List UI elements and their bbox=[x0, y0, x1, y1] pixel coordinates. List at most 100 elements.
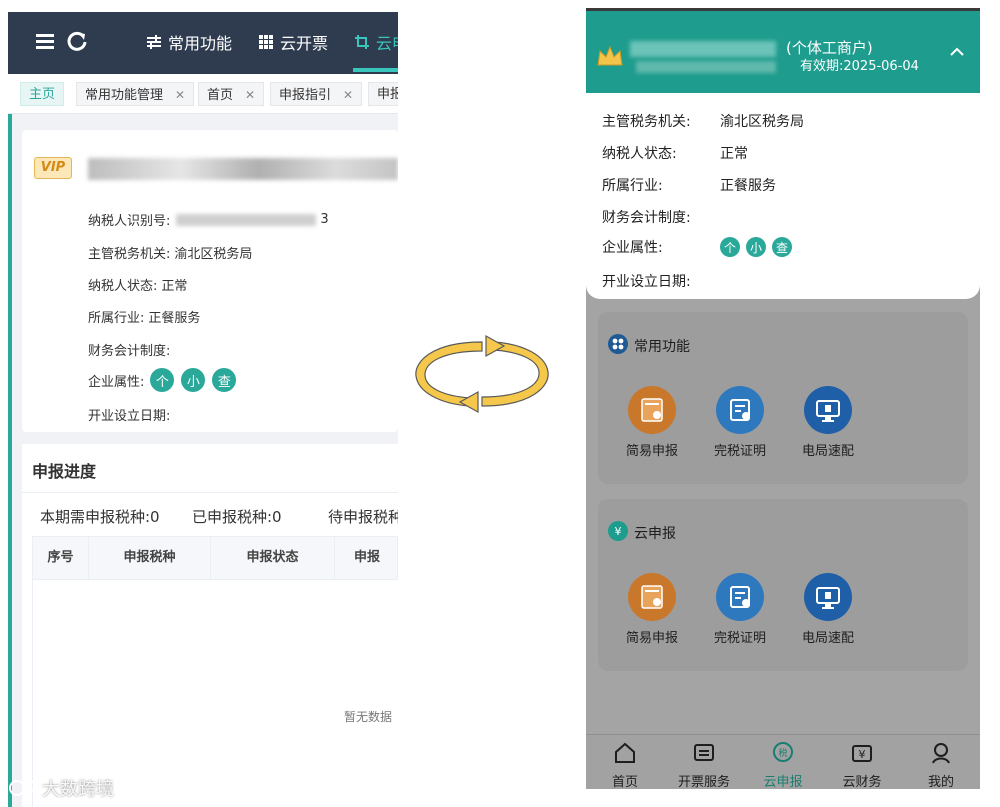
industry-row: 所属行业: 正餐服务 bbox=[602, 175, 776, 195]
stat-pending: 待申报税种 bbox=[328, 508, 398, 526]
nav-mine[interactable]: 我的 bbox=[902, 741, 980, 789]
monitor-icon bbox=[816, 587, 840, 609]
top-navbar: 常用功能 云开票 云申 bbox=[8, 12, 398, 74]
chevron-up-icon[interactable] bbox=[948, 43, 966, 61]
authority-value: 渝北区税务局 bbox=[174, 247, 253, 262]
attr-badge-small[interactable]: 小 bbox=[746, 237, 766, 257]
founding-row: 开业设立日期: bbox=[602, 271, 720, 291]
authority-row: 主管税务机关: 渝北区税务局 bbox=[88, 243, 252, 262]
func-tax-certificate[interactable]: 完税证明 bbox=[700, 573, 780, 646]
industry-row: 所属行业: 正餐服务 bbox=[88, 307, 200, 326]
nav-cloud-invoice[interactable]: 云开票 bbox=[258, 30, 328, 54]
tax-certificate-icon bbox=[730, 586, 750, 608]
nav-label: 云开票 bbox=[280, 34, 329, 53]
nav-label: 云申报 bbox=[763, 775, 803, 789]
expiry-date: 有效期:2025-06-04 bbox=[800, 59, 919, 74]
tax-id-row: 纳税人识别号: 3 bbox=[88, 210, 329, 229]
tab-label: 主页 bbox=[29, 87, 56, 102]
attr-row: 企业属性: 个 小 查 bbox=[602, 237, 798, 257]
authority-label: 主管税务机关: bbox=[88, 247, 171, 262]
tab-declaration-guide[interactable]: 申报指引 ✕ bbox=[270, 82, 363, 106]
nav-cloud-declare[interactable]: 云申 bbox=[354, 30, 398, 54]
attr-badge-individual[interactable]: 个 bbox=[150, 368, 175, 392]
nav-cloud-declare[interactable]: 税 云申报 bbox=[744, 741, 822, 789]
attr-badge-small[interactable]: 小 bbox=[181, 368, 206, 392]
func-simple-declare[interactable]: 简易申报 bbox=[612, 573, 692, 646]
func-label: 完税证明 bbox=[713, 444, 766, 459]
company-name-redacted bbox=[88, 158, 398, 180]
nav-common-functions[interactable]: 常用功能 bbox=[146, 30, 232, 54]
row-label: 主管税务机关: bbox=[602, 114, 691, 130]
nav-cloud-finance[interactable]: ¥ 云财务 bbox=[823, 741, 901, 789]
attr-label: 企业属性: bbox=[602, 240, 663, 256]
section-title: 常用功能 bbox=[634, 339, 690, 355]
watermark-logo-icon bbox=[9, 780, 36, 796]
col-status: 申报状态 bbox=[211, 537, 335, 579]
svg-text:税: 税 bbox=[778, 747, 787, 759]
section-title: 云申报 bbox=[634, 526, 676, 542]
table-header: 序号 申报税种 申报状态 申报 bbox=[32, 536, 398, 580]
tax-certificate-icon bbox=[730, 399, 750, 421]
yuan-person-icon: ¥ bbox=[608, 521, 628, 541]
attr-badge-individual[interactable]: 个 bbox=[720, 237, 740, 257]
func-quick-match[interactable]: 电局速配 bbox=[788, 386, 868, 459]
accounting-row: 财务会计制度: bbox=[88, 340, 170, 359]
simple-declare-icon bbox=[641, 398, 663, 422]
section-cloud-declare: ¥ 云申报 简易申报 完税证明 电局速配 bbox=[598, 499, 968, 671]
tab-label: 申报指引 bbox=[279, 88, 332, 103]
status-row: 纳税人状态: 正常 bbox=[602, 143, 748, 163]
left-edge-accent bbox=[8, 12, 12, 807]
tab-common-function-management[interactable]: 常用功能管理 ✕ bbox=[76, 82, 195, 106]
bottom-nav: 首页 开票服务 税 云申报 ¥ 云财务 我的 bbox=[586, 734, 980, 789]
invoice-icon bbox=[694, 744, 714, 761]
row-value: 渝北区税务局 bbox=[720, 114, 804, 130]
svg-text:¥: ¥ bbox=[859, 748, 866, 761]
active-nav-underline bbox=[353, 68, 398, 72]
close-icon[interactable]: ✕ bbox=[245, 88, 255, 102]
stat-required: 本期需申报税种:0 bbox=[40, 508, 160, 526]
func-simple-declare[interactable]: 简易申报 bbox=[612, 386, 692, 459]
nav-label: 云申 bbox=[376, 34, 398, 53]
nav-label: 云财务 bbox=[842, 775, 882, 789]
tab-home[interactable]: 主页 bbox=[20, 82, 65, 106]
industry-label: 所属行业: bbox=[88, 311, 145, 326]
progress-title: 申报进度 bbox=[32, 462, 97, 481]
tab-label: 申报 bbox=[377, 87, 398, 102]
tax-icon: 税 bbox=[773, 742, 793, 762]
tab-front-page[interactable]: 首页 ✕ bbox=[198, 82, 265, 106]
svg-text:¥: ¥ bbox=[615, 525, 622, 538]
crop-icon bbox=[355, 35, 369, 49]
func-quick-match[interactable]: 电局速配 bbox=[788, 573, 868, 646]
mobile-info-panel: 主管税务机关: 渝北区税务局 纳税人状态: 正常 所属行业: 正餐服务 财务会计… bbox=[586, 93, 980, 299]
row-label: 纳税人状态: bbox=[602, 146, 677, 162]
func-label: 简易申报 bbox=[625, 444, 678, 459]
sliders-icon bbox=[147, 35, 161, 49]
vip-badge: VIP bbox=[34, 157, 72, 179]
nav-invoice-service[interactable]: 开票服务 bbox=[665, 741, 743, 789]
watermark: 大数跨境 bbox=[8, 775, 114, 801]
attr-badge-check[interactable]: 查 bbox=[772, 237, 792, 257]
company-name-redacted bbox=[630, 41, 776, 57]
nav-home[interactable]: 首页 bbox=[586, 741, 664, 789]
nav-label: 开票服务 bbox=[677, 775, 730, 789]
founding-row: 开业设立日期: bbox=[88, 405, 170, 424]
refresh-icon[interactable] bbox=[66, 30, 90, 54]
func-tax-certificate[interactable]: 完税证明 bbox=[700, 386, 780, 459]
nav-label: 首页 bbox=[611, 775, 638, 789]
close-icon[interactable]: ✕ bbox=[175, 88, 185, 102]
status-row: 纳税人状态: 正常 bbox=[88, 275, 187, 294]
menu-icon[interactable] bbox=[34, 30, 58, 54]
tax-id-label: 纳税人识别号: bbox=[88, 214, 171, 229]
tab-label: 常用功能管理 bbox=[85, 88, 164, 103]
attr-badge-check[interactable]: 查 bbox=[212, 368, 237, 392]
monitor-icon bbox=[816, 400, 840, 422]
attr-row: 企业属性: 个 小 查 bbox=[88, 368, 243, 392]
declaration-progress-card: 申报进度 本期需申报税种:0 已申报税种:0 待申报税种 序号 申报税种 申报状… bbox=[22, 444, 398, 807]
row-label: 财务会计制度: bbox=[602, 210, 691, 226]
tab-strip: 主页 常用功能管理 ✕ 首页 ✕ 申报指引 ✕ 申报 bbox=[8, 74, 398, 114]
tab-declaration[interactable]: 申报 bbox=[368, 82, 398, 106]
row-label: 所属行业: bbox=[602, 178, 663, 194]
func-label: 完税证明 bbox=[713, 631, 766, 646]
close-icon[interactable]: ✕ bbox=[343, 88, 353, 102]
table-body bbox=[32, 580, 398, 807]
